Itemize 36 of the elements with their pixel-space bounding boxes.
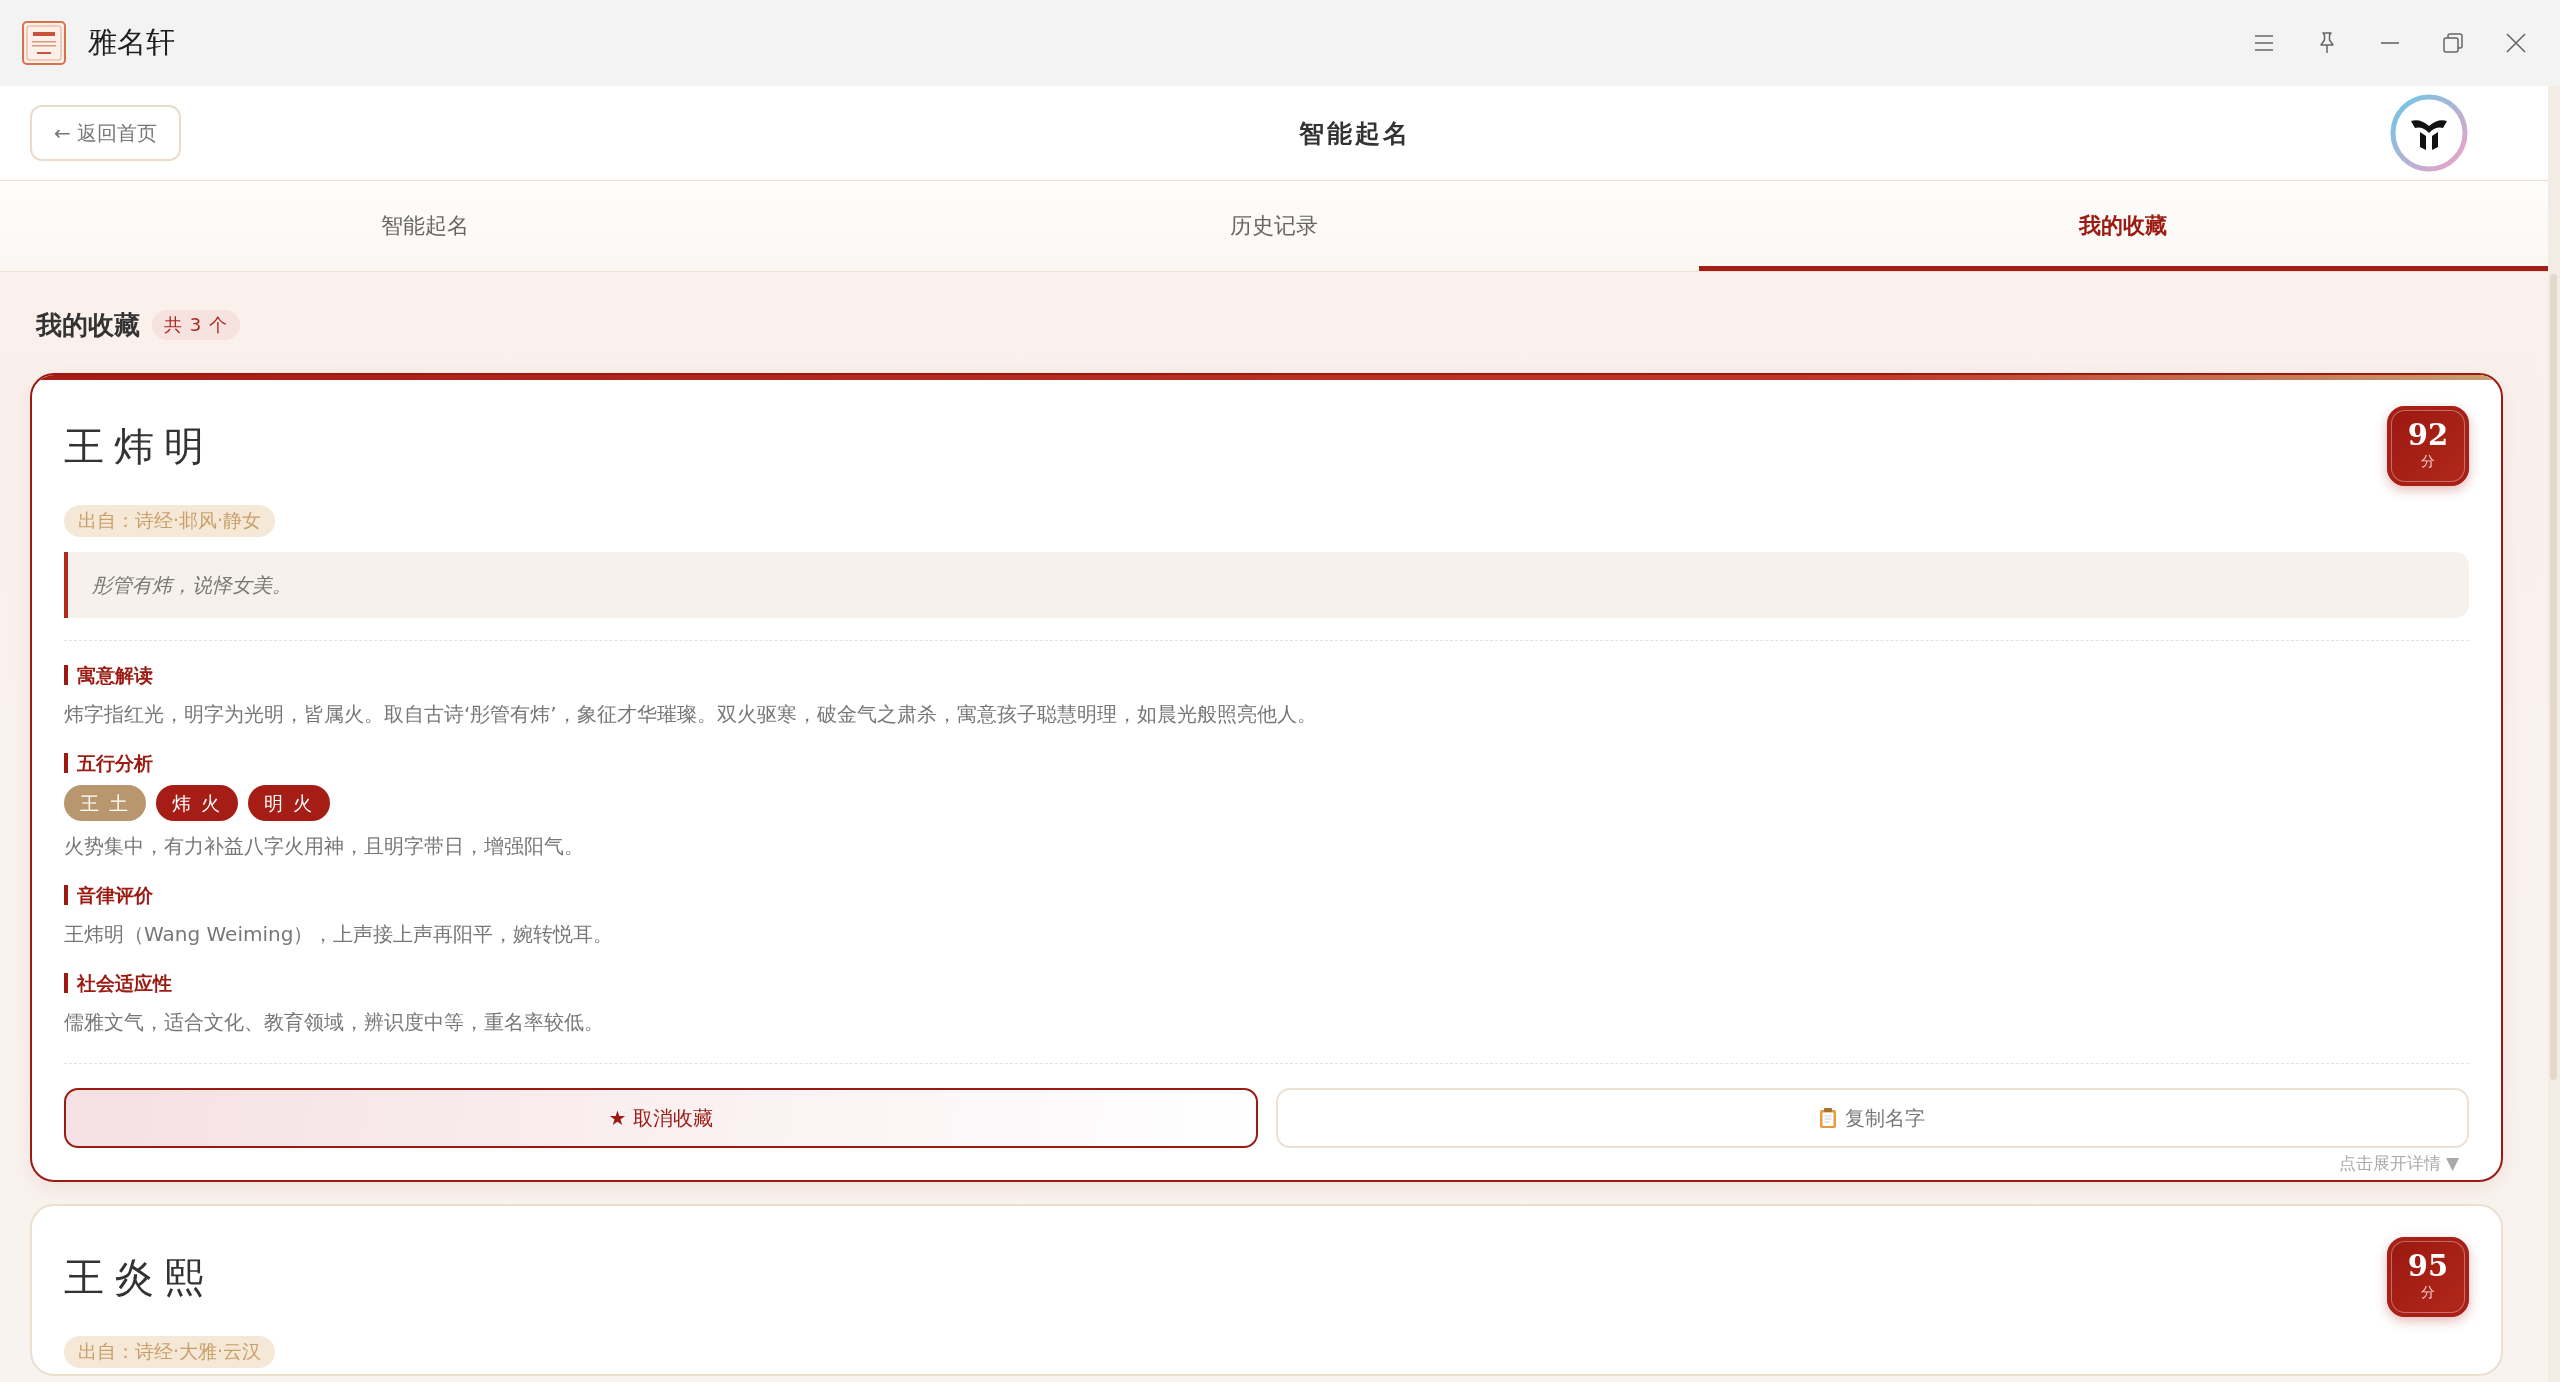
tab[interactable]: 历史记录 [849,181,1699,271]
element-tag: 王 土 [64,785,147,821]
app-logo-icon [22,21,66,65]
name-text: 王炎熙 [64,1252,214,1302]
score-unit: 分 [2421,453,2435,471]
back-button[interactable]: ← 返回首页 [30,105,182,161]
quote-text: 彤管有炜，说怿女美。 [64,552,2469,618]
section-heading: 我的收藏 [36,308,140,342]
section-title: 五行分析 [64,753,2469,773]
page-title: 智能起名 [1298,117,1411,150]
section-text: 儒雅文气，适合文化、教育领域，辨识度中等，重名率较低。 [64,1009,605,1036]
section-title: 社会适应性 [64,973,2469,993]
section-text: 王炜明（Wang Weiming），上声接上声再阳平，婉转悦耳。 [64,921,615,948]
score-value: 92 [2407,421,2449,450]
name-text: 王炜明 [64,421,214,471]
score-unit: 分 [2421,1284,2435,1302]
clipboard-icon [1819,1107,1838,1129]
source-tag: 出自：诗经·邶风·静女 [64,505,276,537]
tab[interactable]: 我的收藏 [1698,181,2548,271]
source-tag: 出自：诗经·大雅·云汉 [64,1336,276,1368]
unfavorite-button[interactable]: ★ 取消收藏 [64,1088,1258,1148]
section-text: 火势集中，有力补益八字火用神，且明字带日，增强阳气。 [64,833,585,860]
scrollbar-thumb[interactable] [2550,274,2557,1080]
element-tag: 炜 火 [156,785,239,821]
restore-icon[interactable] [2441,31,2465,55]
count-badge: 共 3 个 [152,310,240,340]
section-title: 音律评价 [64,885,2469,905]
section-title: 寓意解读 [64,665,2469,685]
avatar-icon[interactable] [2390,94,2468,172]
score-value: 95 [2407,1252,2449,1281]
close-icon[interactable] [2504,31,2528,55]
section-text: 炜字指红光，明字为光明，皆属火。取自古诗‘彤管有炜’，象征才华璀璨。双火驱寒，破金气之肃杀，寓意孩子聪慧明理，如晨光般照亮他人。 [64,701,1318,728]
app-title: 雅名轩 [88,24,175,61]
copy-name-button[interactable]: 复制名字 [1275,1088,2469,1148]
element-tag: 明 火 [248,785,331,821]
tab[interactable]: 智能起名 [0,181,850,271]
